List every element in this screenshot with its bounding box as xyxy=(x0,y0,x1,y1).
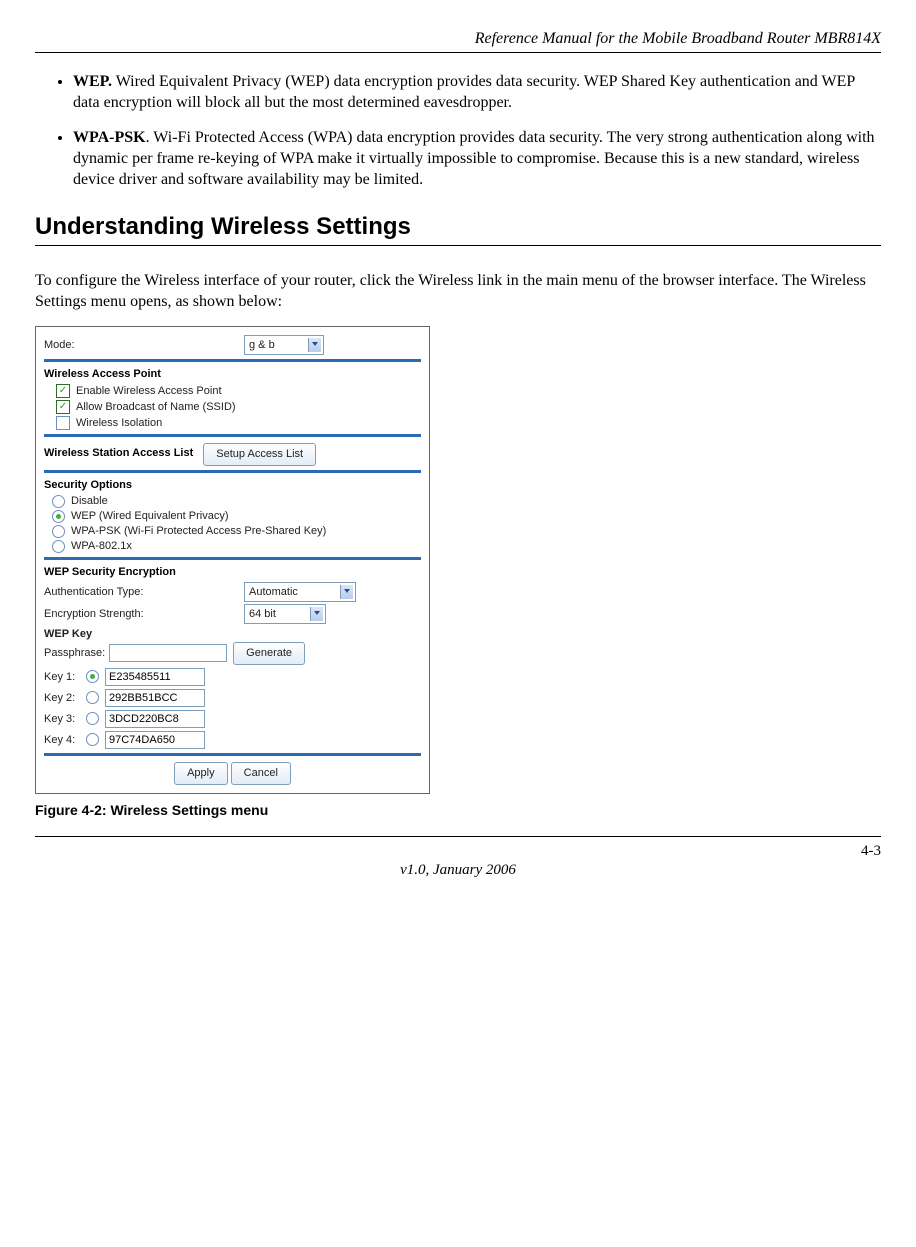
security-wep-radio[interactable] xyxy=(52,510,65,523)
chevron-down-icon xyxy=(312,342,318,346)
wireless-isolation-checkbox[interactable]: ✓ xyxy=(56,416,70,430)
footer-rule xyxy=(35,836,881,837)
wpa-text: . Wi-Fi Protected Access (WPA) data encr… xyxy=(73,129,875,188)
security-options-heading: Security Options xyxy=(44,479,421,491)
wsal-heading: Wireless Station Access List xyxy=(44,447,193,459)
auth-type-label: Authentication Type: xyxy=(44,586,244,598)
key3-radio[interactable] xyxy=(86,712,99,725)
key2-label: Key 2: xyxy=(44,692,86,704)
mode-select-value: g & b xyxy=(249,339,275,351)
broadcast-ssid-checkbox[interactable]: ✓ xyxy=(56,400,70,414)
feature-list: WEP. Wired Equivalent Privacy (WEP) data… xyxy=(35,71,881,191)
mode-label: Mode: xyxy=(44,339,244,351)
security-disable-radio[interactable] xyxy=(52,495,65,508)
apply-button[interactable]: Apply xyxy=(174,762,228,785)
key4-label: Key 4: xyxy=(44,734,86,746)
section-intro: To configure the Wireless interface of y… xyxy=(35,270,881,312)
auth-type-value: Automatic xyxy=(249,586,298,598)
key2-radio[interactable] xyxy=(86,691,99,704)
wpa-lead: WPA-PSK xyxy=(73,129,146,146)
setup-access-list-button[interactable]: Setup Access List xyxy=(203,443,316,466)
passphrase-input[interactable] xyxy=(109,644,227,662)
broadcast-ssid-label: Allow Broadcast of Name (SSID) xyxy=(76,401,236,413)
separator xyxy=(44,557,421,560)
enc-strength-select[interactable]: 64 bit xyxy=(244,604,326,624)
key2-input[interactable] xyxy=(105,689,205,707)
list-item: WEP. Wired Equivalent Privacy (WEP) data… xyxy=(73,71,881,113)
separator xyxy=(44,359,421,362)
radio-dot-icon xyxy=(90,674,95,679)
wireless-isolation-label: Wireless Isolation xyxy=(76,417,162,429)
section-rule xyxy=(35,245,881,246)
enable-wap-label: Enable Wireless Access Point xyxy=(76,385,222,397)
figure-caption: Figure 4-2: Wireless Settings menu xyxy=(35,802,881,818)
generate-button[interactable]: Generate xyxy=(233,642,305,665)
header-rule xyxy=(35,52,881,53)
radio-dot-icon xyxy=(56,514,61,519)
footer-version: v1.0, January 2006 xyxy=(35,862,881,879)
security-wep-label: WEP (Wired Equivalent Privacy) xyxy=(71,510,229,522)
wep-text: Wired Equivalent Privacy (WEP) data encr… xyxy=(73,73,855,111)
key3-input[interactable] xyxy=(105,710,205,728)
chevron-down-icon xyxy=(314,611,320,615)
key3-label: Key 3: xyxy=(44,713,86,725)
enc-strength-value: 64 bit xyxy=(249,608,276,620)
chevron-down-icon xyxy=(344,589,350,593)
security-wpa8021x-label: WPA-802.1x xyxy=(71,540,132,552)
enc-strength-label: Encryption Strength: xyxy=(44,608,244,620)
separator xyxy=(44,753,421,756)
cancel-button[interactable]: Cancel xyxy=(231,762,291,785)
wep-key-heading: WEP Key xyxy=(44,628,421,640)
wep-lead: WEP. xyxy=(73,73,112,90)
wireless-settings-screenshot: Mode: g & b Wireless Access Point ✓ Enab… xyxy=(35,326,430,794)
enable-wap-checkbox[interactable]: ✓ xyxy=(56,384,70,398)
running-header: Reference Manual for the Mobile Broadban… xyxy=(35,30,881,48)
key1-label: Key 1: xyxy=(44,671,86,683)
security-wpapsk-radio[interactable] xyxy=(52,525,65,538)
key4-input[interactable] xyxy=(105,731,205,749)
mode-select[interactable]: g & b xyxy=(244,335,324,355)
security-disable-label: Disable xyxy=(71,495,108,507)
key1-input[interactable] xyxy=(105,668,205,686)
section-heading: Understanding Wireless Settings xyxy=(35,213,881,241)
key4-radio[interactable] xyxy=(86,733,99,746)
wap-heading: Wireless Access Point xyxy=(44,368,421,380)
page-number: 4-3 xyxy=(35,843,881,860)
separator xyxy=(44,434,421,437)
key1-radio[interactable] xyxy=(86,670,99,683)
list-item: WPA-PSK. Wi-Fi Protected Access (WPA) da… xyxy=(73,127,881,190)
security-wpa8021x-radio[interactable] xyxy=(52,540,65,553)
separator xyxy=(44,470,421,473)
auth-type-select[interactable]: Automatic xyxy=(244,582,356,602)
security-wpapsk-label: WPA-PSK (Wi-Fi Protected Access Pre-Shar… xyxy=(71,525,326,537)
passphrase-label: Passphrase: xyxy=(44,647,105,659)
wep-encryption-heading: WEP Security Encryption xyxy=(44,566,421,578)
